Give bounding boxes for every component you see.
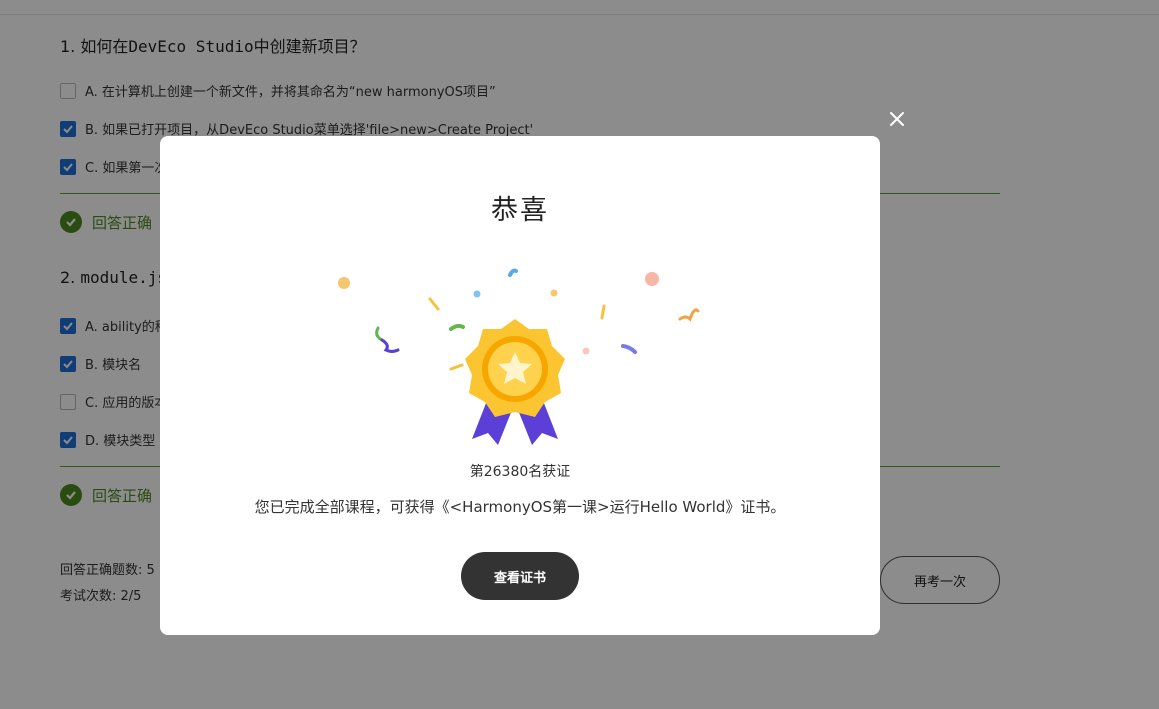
medal-icon xyxy=(338,268,700,445)
view-certificate-button[interactable]: 查看证书 xyxy=(461,552,579,600)
congrats-modal: 恭喜 第26380名获证 您已完成全部课程，可获得《<HarmonyOS第一课>… xyxy=(160,136,880,635)
close-icon xyxy=(890,112,904,126)
rank-text: 第26380名获证 xyxy=(469,464,571,480)
close-modal-button[interactable] xyxy=(886,108,908,130)
modal-title: 恭喜 xyxy=(491,195,549,226)
certificate-description: 您已完成全部课程，可获得《<HarmonyOS第一课>运行Hello World… xyxy=(254,498,786,516)
